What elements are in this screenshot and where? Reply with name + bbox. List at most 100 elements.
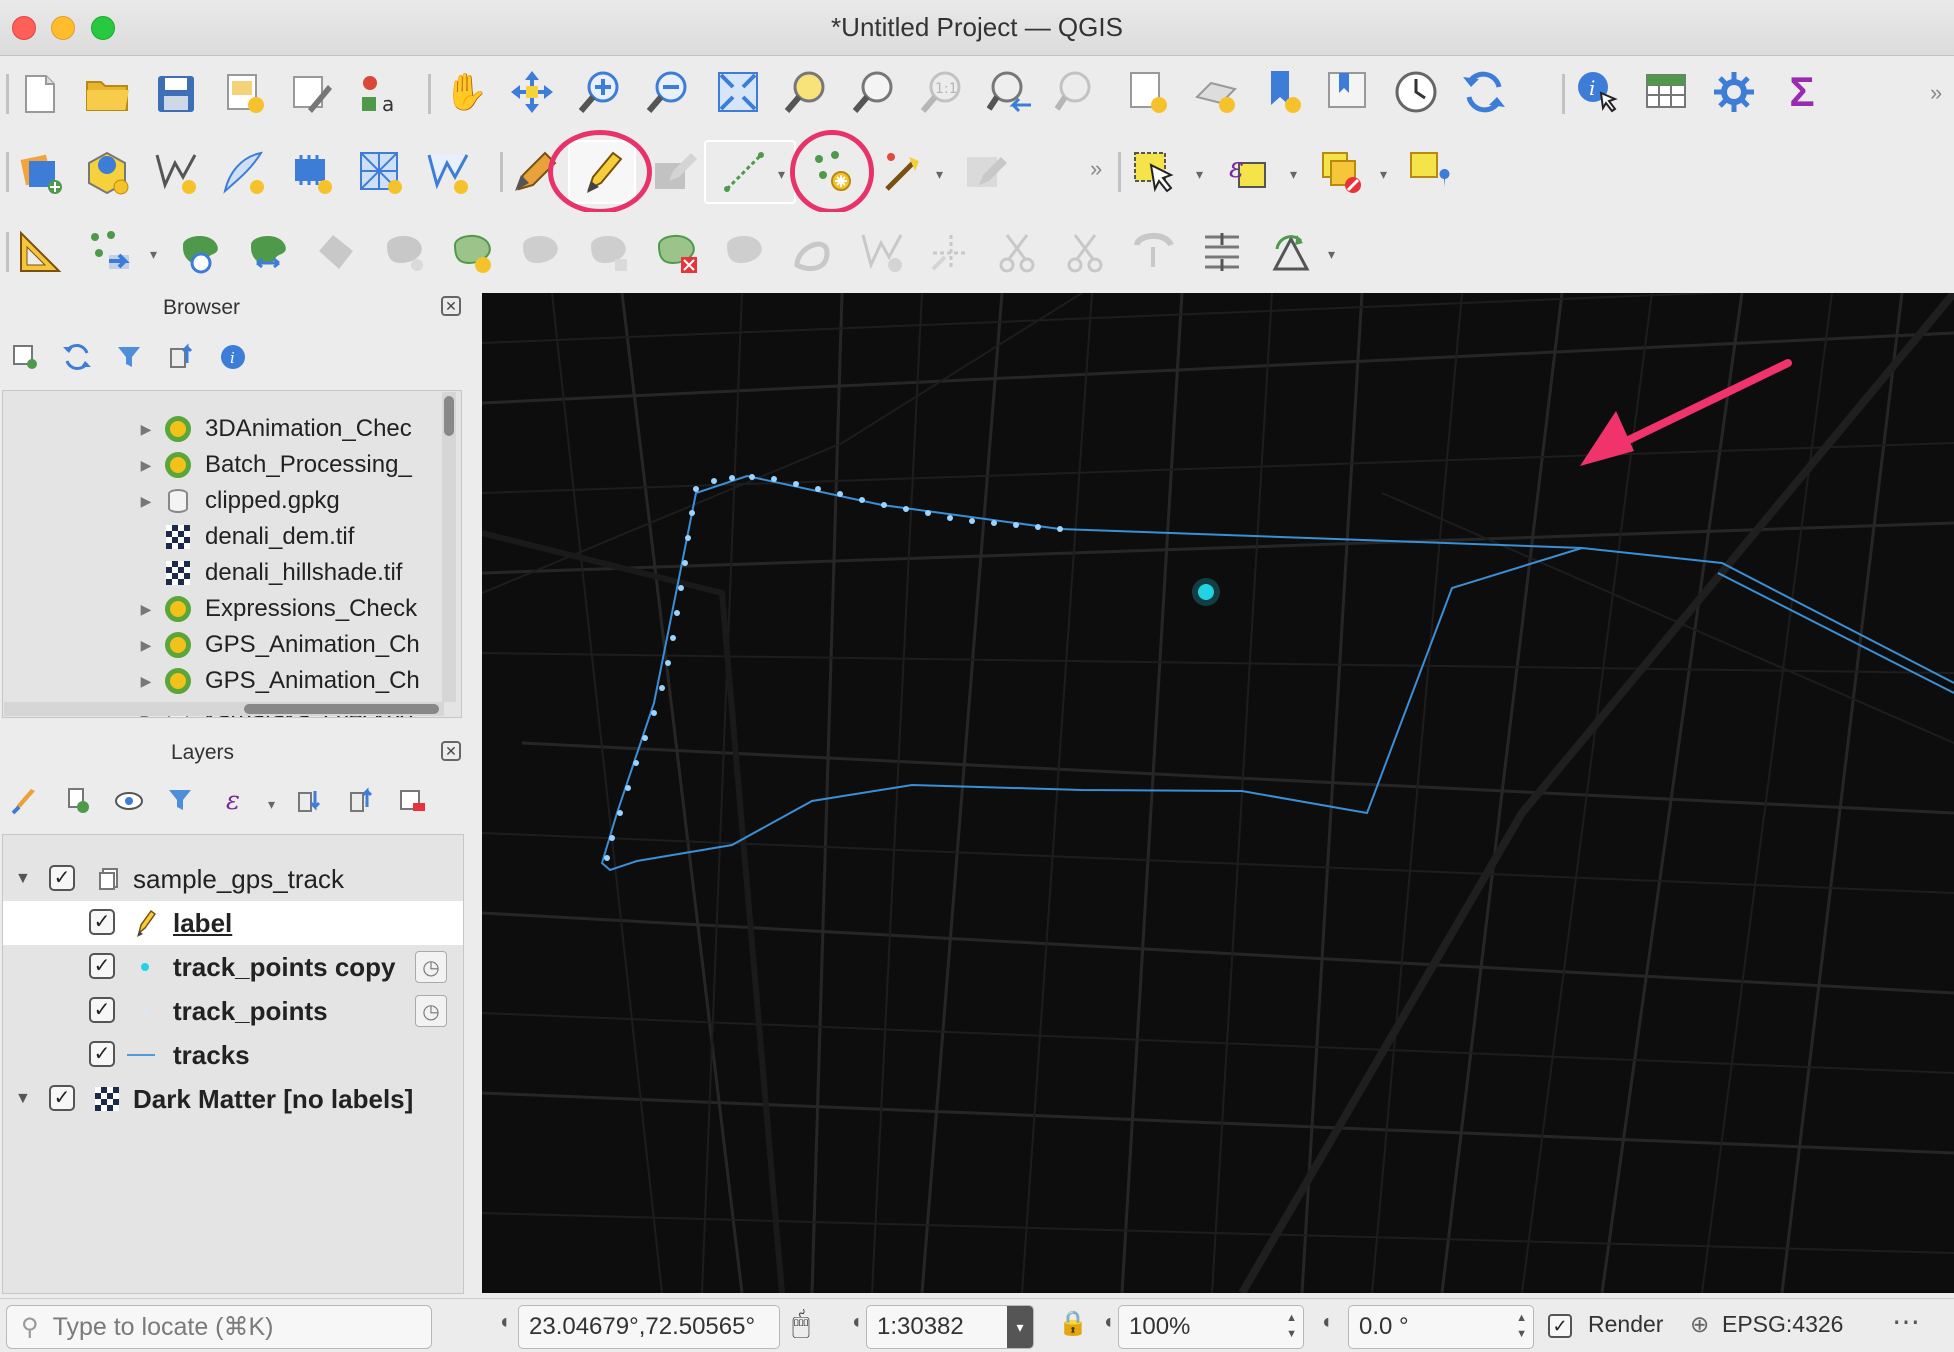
toggle-extents-icon[interactable]: 🖱 xyxy=(792,1307,810,1341)
split-features-icon[interactable] xyxy=(992,226,1044,278)
collapse-all-icon[interactable] xyxy=(164,340,198,374)
temporal-clock-icon[interactable]: ◷ xyxy=(415,995,447,1027)
layer-visibility-checkbox[interactable]: ✓ xyxy=(89,1041,115,1067)
new-gps-layer-icon[interactable] xyxy=(422,146,474,198)
rotate-feature-icon[interactable] xyxy=(174,226,226,278)
merge-attributes-icon[interactable] xyxy=(1196,226,1248,278)
collapse-arrow-icon[interactable]: ▼ xyxy=(15,870,31,888)
temporal-controller-icon[interactable] xyxy=(1390,66,1442,118)
expand-arrow-icon[interactable]: ▶ xyxy=(131,673,161,690)
scale-combobox[interactable]: 1:30382 ▾ xyxy=(866,1305,1034,1349)
select-features-icon[interactable] xyxy=(1128,146,1180,198)
merge-features-icon[interactable] xyxy=(1128,226,1180,278)
expand-arrow-icon[interactable]: ▶ xyxy=(131,421,161,438)
save-project-icon[interactable] xyxy=(150,68,202,120)
select-by-expression-dropdown-icon[interactable]: ▾ xyxy=(1290,166,1297,183)
add-selected-layers-icon[interactable] xyxy=(8,340,42,374)
move-feature-dropdown-icon[interactable]: ▾ xyxy=(150,246,157,263)
browser-item[interactable]: ▶ Batch_Processing_ xyxy=(3,447,412,483)
map-canvas[interactable] xyxy=(482,293,1954,1293)
new-project-icon[interactable] xyxy=(14,68,66,120)
data-source-manager-icon[interactable] xyxy=(16,146,68,198)
statistical-summary-icon[interactable]: Σ xyxy=(1776,66,1828,118)
rotate-point-symbols-dropdown-icon[interactable]: ▾ xyxy=(1328,246,1335,263)
remove-layer-icon[interactable] xyxy=(396,784,430,818)
browser-item[interactable]: ▶ 3DAnimation_Chec xyxy=(3,411,412,447)
crs-globe-icon[interactable]: ⊕ xyxy=(1690,1311,1709,1338)
digitize-with-segment-icon[interactable] xyxy=(718,146,770,198)
delete-part-icon[interactable] xyxy=(650,226,702,278)
expand-arrow-icon[interactable]: ▶ xyxy=(131,457,161,474)
pan-map-icon[interactable]: ✋ xyxy=(440,66,492,118)
style-manager-icon[interactable]: a xyxy=(354,68,406,120)
browser-tree[interactable]: ▶ 3DAnimation_Chec ▶ Batch_Processing_ ▶ cl… xyxy=(2,390,462,718)
select-by-location-icon[interactable] xyxy=(1404,146,1456,198)
simplify-feature-icon[interactable] xyxy=(310,226,362,278)
toolbar-grip[interactable] xyxy=(1562,74,1565,114)
properties-info-icon[interactable]: i xyxy=(216,340,250,374)
magnifier-spin-arrows-icon[interactable]: ▲ ▼ xyxy=(1286,1310,1297,1342)
zoom-in-icon[interactable] xyxy=(574,66,626,118)
move-feature-icon[interactable] xyxy=(84,226,136,278)
expand-arrow-icon[interactable]: ▶ xyxy=(131,601,161,618)
browser-item[interactable]: ▶ GPS_Animation_Ch xyxy=(3,663,420,699)
new-print-layout-icon[interactable] xyxy=(218,68,270,120)
layer-visibility-checkbox[interactable]: ✓ xyxy=(89,953,115,979)
browser-horizontal-scrollbar[interactable] xyxy=(4,702,444,716)
layer-row[interactable]: ✓ track_points copy ◷ xyxy=(3,945,463,989)
split-parts-icon[interactable] xyxy=(1060,226,1112,278)
layer-visibility-checkbox[interactable]: ✓ xyxy=(89,997,115,1023)
manage-map-themes-icon[interactable] xyxy=(112,784,146,818)
delete-ring-icon[interactable] xyxy=(582,226,634,278)
browser-item[interactable]: ▶ Expressions_Check xyxy=(3,591,417,627)
new-shapefile-layer-icon[interactable] xyxy=(150,146,202,198)
crs-button[interactable]: EPSG:4326 xyxy=(1722,1311,1843,1338)
scale-dropdown-icon[interactable]: ▾ xyxy=(1007,1306,1033,1348)
expand-all-icon[interactable] xyxy=(292,784,326,818)
layers-tree[interactable]: ▼ ✓ sample_gps_track ✓ label ✓ track_poi… xyxy=(2,834,464,1294)
new-mesh-layer-icon[interactable] xyxy=(354,146,406,198)
new-map-view-icon[interactable] xyxy=(1122,66,1174,118)
toolbar-grip[interactable] xyxy=(6,152,9,192)
reshape-features-icon[interactable] xyxy=(718,226,770,278)
select-by-expression-icon[interactable]: ε xyxy=(1222,146,1274,198)
toolbar-overflow-icon[interactable]: » xyxy=(1930,80,1942,106)
modify-attributes-icon[interactable] xyxy=(960,146,1012,198)
layer-row-selected[interactable]: ✓ label xyxy=(3,901,463,945)
browser-vertical-scrollbar[interactable] xyxy=(442,392,456,702)
zoom-native-icon[interactable]: 1:1 xyxy=(916,66,968,118)
zoom-out-icon[interactable] xyxy=(642,66,694,118)
zoom-full-icon[interactable] xyxy=(712,66,764,118)
expand-arrow-icon[interactable]: ▶ xyxy=(131,637,161,654)
layer-group-row[interactable]: ▼ ✓ sample_gps_track xyxy=(3,857,463,901)
rotate-point-symbols-icon[interactable] xyxy=(1264,226,1316,278)
show-bookmarks-icon[interactable] xyxy=(1322,66,1374,118)
zoom-last-icon[interactable] xyxy=(984,66,1036,118)
new-3d-map-view-icon[interactable] xyxy=(1190,66,1242,118)
filter-legend-icon[interactable] xyxy=(164,784,198,818)
toolbar-grip[interactable] xyxy=(500,152,503,192)
magnifier-spinbox[interactable]: 100% ▲ ▼ xyxy=(1118,1305,1304,1349)
lock-scale-icon[interactable]: 🔒 xyxy=(1058,1309,1088,1338)
scale-feature-icon[interactable] xyxy=(242,226,294,278)
offset-curve-icon[interactable] xyxy=(786,226,838,278)
zoom-to-selection-icon[interactable] xyxy=(780,66,832,118)
browser-item[interactable]: ▶ GPS_Animation_Ch xyxy=(3,627,420,663)
toolbar-grip[interactable] xyxy=(428,74,431,114)
zoom-next-icon[interactable] xyxy=(1052,66,1104,118)
deselect-features-icon[interactable] xyxy=(1316,146,1368,198)
rotation-spin-arrows-icon[interactable]: ▲ ▼ xyxy=(1516,1310,1527,1342)
refresh-browser-icon[interactable] xyxy=(60,340,94,374)
render-checkbox[interactable]: ✓ xyxy=(1548,1314,1572,1338)
open-layer-styling-icon[interactable] xyxy=(8,784,42,818)
browser-item[interactable]: denali_dem.tif xyxy=(3,519,354,555)
processing-toolbox-icon[interactable] xyxy=(1708,66,1760,118)
layer-row[interactable]: ✓ track_points ◷ xyxy=(3,989,463,1033)
toolbar-overflow-icon[interactable]: » xyxy=(1090,156,1102,182)
messages-icon[interactable]: ⋯ xyxy=(1892,1305,1920,1338)
expand-arrow-icon[interactable]: ▶ xyxy=(131,493,161,510)
coordinate-field[interactable]: 23.04679°,72.50565° xyxy=(518,1305,780,1349)
toolbar-grip[interactable] xyxy=(6,232,9,272)
filter-browser-icon[interactable] xyxy=(112,340,146,374)
layers-panel-close-icon[interactable]: ✕ xyxy=(441,741,461,761)
